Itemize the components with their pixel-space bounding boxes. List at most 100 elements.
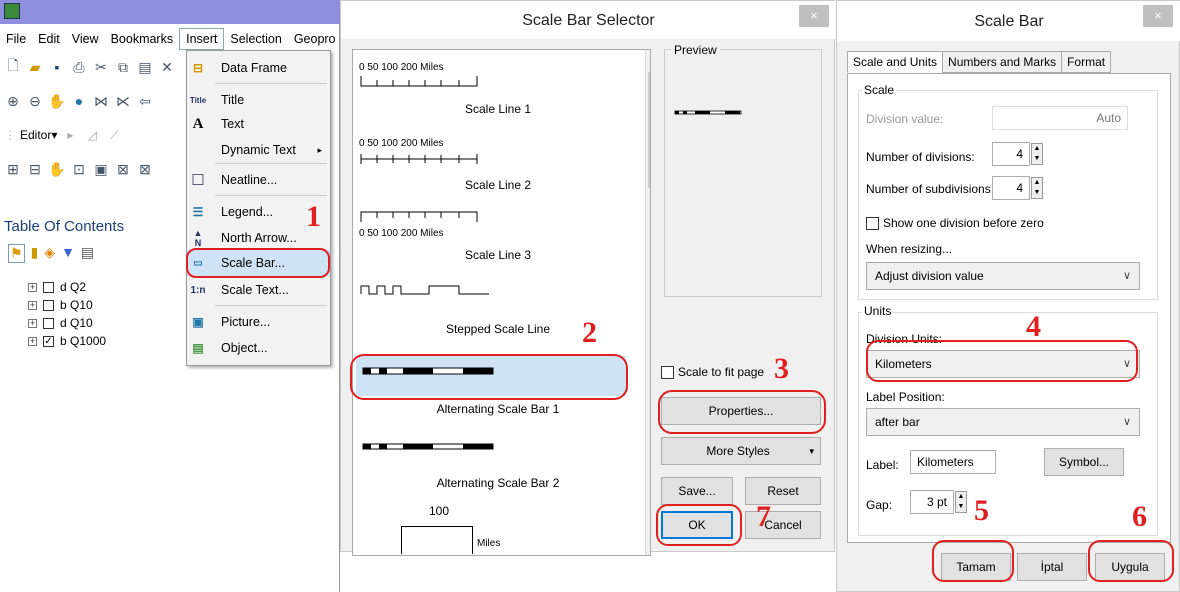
scroll-up-icon[interactable]: ▲ [649,54,650,64]
legend-icon: ☰ [192,205,204,219]
menu-insert[interactable]: Insert [179,28,225,50]
division-value-field[interactable]: Auto [992,106,1128,130]
expand-icon[interactable]: + [28,318,37,328]
style-name[interactable]: Scale Line 1 [353,102,643,116]
style-list-scrollbar[interactable]: ▲ ▼ [645,50,650,555]
show-one-division-checkbox[interactable] [866,216,879,230]
more-styles-button[interactable]: More Styles ▼ [661,437,821,465]
print-icon[interactable]: ⎙ [70,58,88,76]
layer-checkbox[interactable] [43,317,54,329]
menu-selection[interactable]: Selection [224,28,287,50]
label-position-select[interactable]: after bar ∨ [866,408,1140,436]
num-subdivisions-field[interactable]: 4 [992,176,1030,200]
fixed-zoom-in-icon[interactable]: ⋈ [92,92,110,110]
menu-item-picture[interactable]: ▣ Picture... [187,309,330,335]
sketch-tool-icon[interactable]: ⟋ [105,126,123,144]
style-name[interactable]: Alternating Scale Bar 1 [353,402,643,416]
zoom-out-icon[interactable]: ⊖ [26,92,44,110]
num-subdivisions-stepper[interactable]: ▲ ▼ [1031,177,1043,199]
gap-label: Gap: [866,498,893,512]
expand-icon[interactable]: + [28,282,37,292]
layout-pan-icon[interactable]: ✋ [48,160,66,178]
menu-item-object[interactable]: ▤ Object... [187,335,330,361]
layer-checkbox[interactable] [43,281,54,293]
group-label: Scale [862,83,897,97]
layer-checkbox[interactable] [43,299,54,311]
menu-file[interactable]: File [0,28,32,50]
options-icon[interactable]: ▤ [81,244,94,263]
list-by-visibility-icon[interactable]: ◈ [44,244,55,263]
expand-icon[interactable]: + [28,336,37,346]
list-by-drawing-order-icon[interactable]: ⚑ [8,244,25,263]
layer-row[interactable]: + d Q10 [28,314,93,332]
style-name[interactable]: Alternating Scale Bar 2 [353,476,643,490]
open-folder-icon[interactable]: ▰ [26,58,44,76]
full-extent-icon[interactable]: ● [70,92,88,110]
layout-zoom-out-icon[interactable]: ⊟ [26,160,44,178]
label-text-field[interactable]: Kilometers [910,450,996,474]
menu-item-dynamic-text[interactable]: Dynamic Text ▸ [187,137,330,163]
delete-icon[interactable]: ✕ [158,58,176,76]
tab-scale-and-units[interactable]: Scale and Units [847,51,944,73]
scale-bar-labels: 0 50 100 200 Miles [359,138,444,149]
style-name[interactable]: Scale Line 2 [353,178,643,192]
num-divisions-stepper[interactable]: ▲ ▼ [1031,143,1043,165]
show-one-division-row[interactable]: Show one division before zero [866,216,1044,230]
menu-item-data-frame[interactable]: ⊟ Data Frame [187,55,330,81]
cut-icon[interactable]: ✂ [92,58,110,76]
close-button[interactable]: × [799,5,829,27]
style-name[interactable]: Stepped Scale Line [353,322,643,336]
menu-item-scale-text[interactable]: 1:n Scale Text... [187,277,330,303]
zoom-100-icon[interactable]: ▣ [92,160,110,178]
menu-item-title[interactable]: Title Title [187,87,330,113]
symbol-button[interactable]: Symbol... [1044,448,1124,476]
menu-view[interactable]: View [66,28,105,50]
layer-row[interactable]: + ✓ b Q1000 [28,332,106,350]
menu-edit[interactable]: Edit [32,28,66,50]
menu-item-neatline[interactable]: ☐ Neatline... [187,167,330,193]
tab-numbers-and-marks[interactable]: Numbers and Marks [942,51,1063,73]
close-button[interactable]: × [1143,5,1173,27]
layer-row[interactable]: + d Q2 [28,278,86,296]
list-by-source-icon[interactable]: ▮ [31,244,39,263]
menu-bookmarks[interactable]: Bookmarks [105,28,180,50]
menu-geoprocessing[interactable]: Geopro [288,28,342,50]
when-resizing-select[interactable]: Adjust division value ∨ [866,262,1140,290]
save-button[interactable]: Save... [661,477,733,505]
style-name[interactable]: Scale Line 3 [353,248,643,262]
fixed-zoom-out-layout-icon[interactable]: ⊠ [136,160,154,178]
gap-field[interactable]: 3 pt [910,490,954,514]
edit-tool-icon[interactable]: ▸ [61,126,79,144]
layout-zoom-in-icon[interactable]: ⊞ [4,160,22,178]
zoom-whole-page-icon[interactable]: ⊡ [70,160,88,178]
editor-menu[interactable]: Editor▾ [20,128,57,142]
scale-to-fit-checkbox[interactable] [661,365,674,379]
scrollbar-thumb[interactable] [648,72,650,188]
scroll-down-icon[interactable]: ▼ [649,540,650,550]
back-arrow-icon[interactable]: ⇦ [136,92,154,110]
layer-row[interactable]: + b Q10 [28,296,93,314]
zoom-in-icon[interactable]: ⊕ [4,92,22,110]
paste-icon[interactable]: ▤ [136,58,154,76]
arcmap-titlebar [0,0,340,24]
list-by-selection-icon[interactable]: ▼ [61,244,75,263]
fixed-zoom-out-icon[interactable]: ⋉ [114,92,132,110]
when-resizing-value: Adjust division value [875,269,984,283]
tab-format[interactable]: Format [1061,51,1112,73]
edit-annotation-icon[interactable]: ◿ [83,126,101,144]
scale-to-fit-checkbox-row[interactable]: Scale to fit page [661,365,764,379]
save-icon[interactable]: ▪ [48,58,66,76]
more-styles-label: More Styles [706,444,770,458]
scale-bar-labels: 0 50 100 200 Miles [359,62,444,73]
layer-checkbox[interactable]: ✓ [43,335,54,347]
copy-icon[interactable]: ⧉ [114,58,132,76]
expand-icon[interactable]: + [28,300,37,310]
scale-bar-style-list[interactable]: 0 50 100 200 Miles Scale Line 1 0 50 100… [352,49,651,556]
fixed-zoom-icon[interactable]: ⊠ [114,160,132,178]
cancel-button[interactable]: İptal [1017,553,1087,581]
menu-item-text[interactable]: A Text [187,111,330,137]
gap-stepper[interactable]: ▲ ▼ [955,491,967,513]
pan-icon[interactable]: ✋ [48,92,66,110]
new-document-icon[interactable]: 🗋 [4,57,22,76]
num-divisions-field[interactable]: 4 [992,142,1030,166]
